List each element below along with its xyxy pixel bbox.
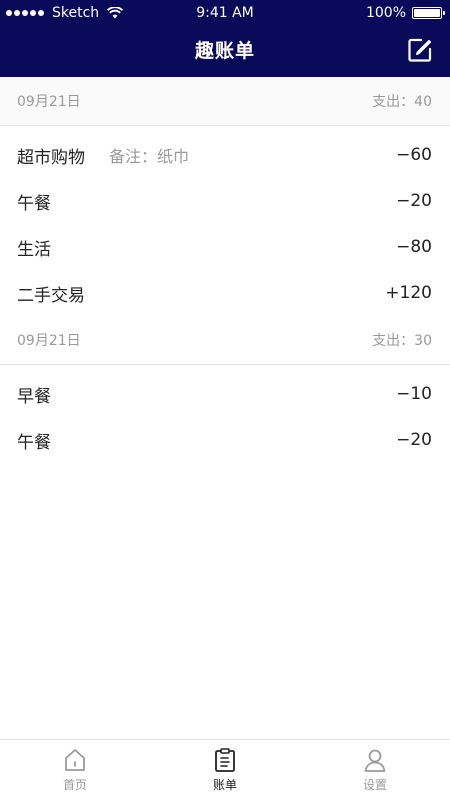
tab-bar: 首页 账单 设置 bbox=[0, 739, 450, 800]
bill-amount: −60 bbox=[396, 145, 432, 165]
status-right: 100% bbox=[365, 0, 445, 26]
bill-name: 午餐 bbox=[17, 193, 51, 214]
home-icon bbox=[65, 749, 85, 771]
section-total: 支出：40 bbox=[372, 94, 432, 110]
user-icon bbox=[364, 749, 386, 772]
tab-bills-label: 账单 bbox=[212, 778, 237, 792]
bill-note: 备注：纸巾 bbox=[109, 147, 190, 166]
bill-row[interactable]: 二手交易 +120 bbox=[0, 270, 450, 316]
bill-name: 二手交易 bbox=[17, 285, 85, 306]
bill-name: 早餐 bbox=[17, 386, 51, 407]
section-total: 支出：30 bbox=[372, 333, 432, 349]
date-section-header: 09月21日 支出：30 bbox=[0, 316, 450, 365]
bill-amount: −20 bbox=[396, 430, 432, 450]
bill-amount: −20 bbox=[396, 191, 432, 211]
section-date: 09月21日 bbox=[17, 94, 81, 110]
bill-row[interactable]: 午餐 −20 bbox=[0, 178, 450, 224]
bill-list: 09月21日 支出：40 超市购物 备注：纸巾 −60 午餐 −20 生活 −8… bbox=[0, 77, 450, 463]
tab-home[interactable]: 首页 bbox=[0, 740, 150, 800]
tab-settings-label: 设置 bbox=[362, 778, 387, 792]
status-bar: Sketch 9:41 AM 100% bbox=[0, 0, 450, 26]
battery-icon bbox=[412, 7, 445, 19]
bill-row[interactable]: 超市购物 备注：纸巾 −60 bbox=[0, 132, 450, 178]
bill-amount: −10 bbox=[396, 384, 432, 404]
bill-row[interactable]: 生活 −80 bbox=[0, 224, 450, 270]
date-section-header: 09月21日 支出：40 bbox=[0, 77, 450, 126]
bill-icon bbox=[215, 748, 235, 772]
bill-name: 超市购物 bbox=[17, 147, 85, 168]
bill-amount: −80 bbox=[396, 237, 432, 257]
section-date: 09月21日 bbox=[17, 333, 81, 349]
app-header: Sketch 9:41 AM 100% 趣账单 bbox=[0, 0, 450, 77]
page-title: 趣账单 bbox=[194, 40, 255, 62]
tab-home-label: 首页 bbox=[62, 778, 87, 792]
edit-icon[interactable] bbox=[407, 37, 433, 63]
bill-amount: +120 bbox=[385, 283, 432, 303]
battery-percent: 100% bbox=[365, 5, 406, 21]
tab-settings[interactable]: 设置 bbox=[300, 740, 450, 800]
tab-bills[interactable]: 账单 bbox=[150, 740, 300, 800]
bill-name: 午餐 bbox=[17, 432, 51, 453]
bill-row[interactable]: 午餐 −20 bbox=[0, 417, 450, 463]
bill-row[interactable]: 早餐 −10 bbox=[0, 371, 450, 417]
bill-name: 生活 bbox=[17, 239, 51, 260]
